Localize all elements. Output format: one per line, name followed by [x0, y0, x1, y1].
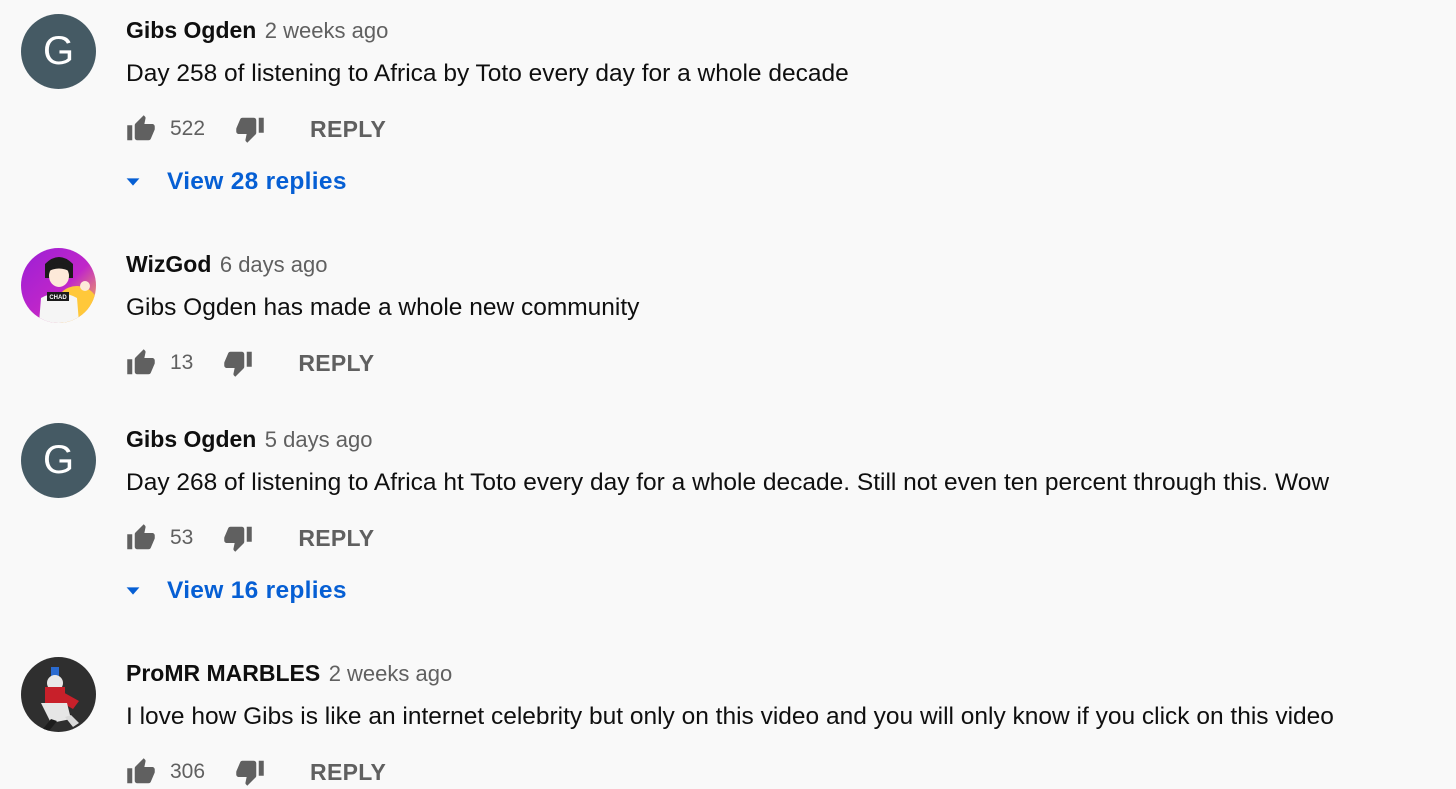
comment-text: Day 268 of listening to Africa ht Toto e… [126, 469, 1330, 496]
caret-down-icon [122, 171, 144, 193]
thumb-down-icon [224, 526, 253, 552]
avatar-shirt-text: CHAD [49, 295, 67, 301]
like-button[interactable] [126, 523, 156, 553]
like-count: 522 [170, 117, 206, 140]
like-button[interactable] [126, 114, 156, 144]
comment-header: ProMR MARBLES 2 weeks ago [126, 660, 452, 687]
comment-header: Gibs Ogden 5 days ago [126, 426, 372, 453]
like-count: 306 [170, 760, 206, 783]
dislike-button[interactable] [235, 114, 265, 144]
comment-timestamp[interactable]: 6 days ago [220, 252, 328, 277]
thumb-up-icon [127, 349, 155, 375]
thumb-up-icon [127, 115, 155, 141]
author-name[interactable]: WizGod [126, 251, 211, 277]
comment-actions: 522 REPLY [126, 112, 386, 146]
thumb-up-icon [127, 524, 155, 550]
comment-header: WizGod 6 days ago [126, 251, 327, 278]
like-button[interactable] [126, 348, 156, 378]
avatar[interactable] [21, 657, 96, 732]
avatar[interactable]: G [21, 423, 96, 498]
like-count: 53 [170, 526, 194, 549]
comment-actions: 306 REPLY [126, 755, 386, 789]
dislike-button[interactable] [223, 523, 253, 553]
reply-button[interactable]: REPLY [298, 525, 374, 552]
avatar[interactable]: G [21, 14, 96, 89]
author-name[interactable]: Gibs Ogden [126, 426, 256, 452]
comment-timestamp[interactable]: 2 weeks ago [265, 18, 389, 43]
comment-text: Day 258 of listening to Africa by Toto e… [126, 60, 849, 87]
reply-button[interactable]: REPLY [310, 116, 386, 143]
comment-text: Gibs Ogden has made a whole new communit… [126, 294, 640, 321]
avatar[interactable]: CHAD [21, 248, 96, 323]
like-count: 13 [170, 351, 194, 374]
caret-down-icon [122, 580, 144, 602]
view-replies-label: View 28 replies [167, 168, 347, 195]
reply-button[interactable]: REPLY [310, 759, 386, 786]
comment-actions: 13 REPLY [126, 346, 374, 380]
thumb-down-icon [224, 351, 253, 377]
comment-actions: 53 REPLY [126, 521, 374, 555]
view-replies-button[interactable]: View 28 replies [122, 165, 347, 199]
dislike-button[interactable] [223, 348, 253, 378]
view-replies-button[interactable]: View 16 replies [122, 574, 347, 608]
view-replies-label: View 16 replies [167, 577, 347, 604]
comment-timestamp[interactable]: 2 weeks ago [329, 661, 453, 686]
reply-button[interactable]: REPLY [298, 350, 374, 377]
author-name[interactable]: Gibs Ogden [126, 17, 256, 43]
comment-text: I love how Gibs is like an internet cele… [126, 703, 1334, 730]
comment-header: Gibs Ogden 2 weeks ago [126, 17, 388, 44]
author-name[interactable]: ProMR MARBLES [126, 660, 320, 686]
thumb-down-icon [236, 117, 264, 143]
comment-timestamp[interactable]: 5 days ago [265, 427, 373, 452]
